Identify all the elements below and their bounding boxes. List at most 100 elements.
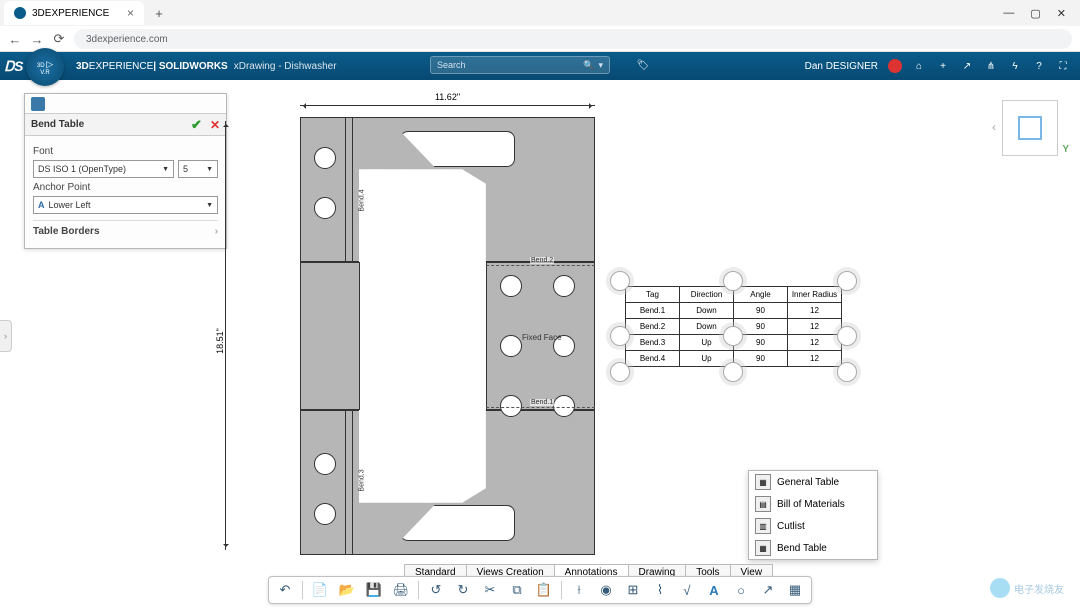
new-doc-icon[interactable]: 📄	[310, 580, 330, 600]
y-axis-label: Y	[1062, 144, 1069, 155]
search-dropdown-icon[interactable]: ▾	[598, 60, 603, 71]
forward-button[interactable]: →	[30, 32, 44, 47]
url-text: 3dexperience.com	[86, 34, 168, 45]
weld-icon[interactable]: ⌇	[650, 580, 670, 600]
anchor-select[interactable]: A Lower Left ▼	[33, 196, 218, 214]
bend-table-panel: Bend Table ✔ ✕ Font DS ISO 1 (OpenType)▼…	[24, 93, 227, 249]
resize-handle[interactable]	[837, 362, 857, 382]
open-icon[interactable]: 📂	[337, 580, 357, 600]
gizmo-collapse-icon[interactable]: ‹	[992, 120, 996, 134]
bend-table-icon: ▦	[755, 540, 771, 556]
confirm-button[interactable]: ✔	[191, 117, 202, 133]
font-family-select[interactable]: DS ISO 1 (OpenType)▼	[33, 160, 174, 178]
panel-header: Bend Table ✔ ✕	[25, 114, 226, 136]
leader-icon[interactable]: ↗	[758, 580, 778, 600]
dimension-height[interactable]: 18.51"	[215, 121, 235, 550]
plus-icon[interactable]: +	[936, 59, 950, 73]
app-title: 3DEXPERIENCE | SOLIDWORKS xDrawing - Dis…	[76, 61, 337, 72]
dimension-icon[interactable]: ⟊	[569, 580, 589, 600]
undo-icon[interactable]: ↶	[275, 580, 295, 600]
tab-title: 3DEXPERIENCE	[32, 8, 109, 19]
side-expand-handle[interactable]: ›	[0, 320, 12, 352]
tag-icon[interactable]: 🏷	[636, 58, 650, 72]
maximize-button[interactable]: ▢	[1030, 7, 1040, 20]
resize-handle[interactable]	[837, 271, 857, 291]
col-direction[interactable]: Direction	[680, 287, 734, 303]
surface-icon[interactable]: √	[677, 580, 697, 600]
paste-icon[interactable]: 📋	[534, 580, 554, 600]
table-insert-icon[interactable]: ▦	[785, 580, 805, 600]
close-window-button[interactable]: ✕	[1057, 7, 1066, 20]
app-toolbar: ᎠS 3DEXPERIENCE | SOLIDWORKS xDrawing - …	[0, 52, 1080, 80]
resize-handle[interactable]	[837, 326, 857, 346]
bottom-toolbar: ↶ 📄 📂 💾 🖨 ↺ ↻ ✂ ⧉ 📋 ⟊ ◉ ⊞ ⌇ √ A ○ ↗ ▦	[268, 576, 812, 604]
user-name[interactable]: Dan DESIGNER	[805, 61, 878, 72]
ds-logo-icon[interactable]: ᎠS	[0, 52, 28, 80]
window-buttons: — ▢ ✕	[1003, 7, 1076, 20]
back-button[interactable]: ←	[8, 32, 22, 47]
undo2-icon[interactable]: ↺	[426, 580, 446, 600]
address-bar[interactable]: 3dexperience.com	[74, 29, 1072, 49]
insert-table-menu: ▦General Table ▤Bill of Materials ▥Cutli…	[748, 470, 878, 560]
new-tab-button[interactable]: +	[150, 4, 168, 22]
chevron-down-icon: ▼	[206, 202, 213, 209]
font-label: Font	[33, 146, 218, 157]
search-input[interactable]: Search 🔍 ▾	[430, 56, 610, 74]
resize-handle[interactable]	[610, 271, 630, 291]
copy-icon[interactable]: ⧉	[507, 580, 527, 600]
compass-button[interactable]: 3D ▷ V.R	[26, 48, 64, 86]
menu-item-cutlist[interactable]: ▥Cutlist	[749, 515, 877, 537]
panel-tab-icon[interactable]	[31, 97, 45, 111]
favicon	[14, 7, 26, 19]
reload-button[interactable]: ⟳	[52, 31, 66, 47]
print-icon[interactable]: 🖨	[391, 580, 411, 600]
search-placeholder: Search	[437, 60, 466, 70]
address-row: ← → ⟳ 3dexperience.com	[0, 26, 1080, 52]
bend-label-2: Bend.2	[530, 257, 554, 264]
home-icon[interactable]: ⌂	[912, 59, 926, 73]
menu-item-bend-table[interactable]: ▦Bend Table	[749, 537, 877, 559]
flag-icon[interactable]: ϟ	[1008, 59, 1022, 73]
balloon-icon[interactable]: ○	[731, 580, 751, 600]
share-icon[interactable]: ↗	[960, 59, 974, 73]
minimize-button[interactable]: —	[1003, 7, 1014, 20]
network-icon[interactable]: ⋔	[984, 59, 998, 73]
avatar[interactable]	[888, 59, 902, 73]
col-radius[interactable]: Inner Radius	[788, 287, 842, 303]
browser-tab[interactable]: 3DEXPERIENCE ×	[4, 1, 144, 25]
browser-chrome: 3DEXPERIENCE × + — ▢ ✕ ← → ⟳ 3dexperienc…	[0, 0, 1080, 52]
font-size-select[interactable]: 5▼	[178, 160, 218, 178]
chevron-down-icon: ▼	[162, 166, 169, 173]
resize-handle[interactable]	[610, 326, 630, 346]
bend-label-1: Bend.1	[530, 399, 554, 406]
dimension-width[interactable]: 11.62"	[300, 95, 595, 115]
table-borders-row[interactable]: Table Borders ›	[33, 220, 218, 242]
menu-item-bom[interactable]: ▤Bill of Materials	[749, 493, 877, 515]
bend-label-4: Bend.4	[359, 188, 366, 212]
fixed-face-label: Fixed Face	[522, 333, 562, 342]
col-tag[interactable]: Tag	[626, 287, 680, 303]
resize-handle[interactable]	[723, 326, 743, 346]
fullscreen-icon[interactable]: ⛶	[1056, 59, 1070, 73]
redo-icon[interactable]: ↻	[453, 580, 473, 600]
help-icon[interactable]: ?	[1032, 59, 1046, 73]
resize-handle[interactable]	[610, 362, 630, 382]
cut-icon[interactable]: ✂	[480, 580, 500, 600]
anchor-icon: A	[38, 200, 45, 210]
text-annotation-icon[interactable]: A	[704, 580, 724, 600]
resize-handle[interactable]	[723, 362, 743, 382]
resize-handle[interactable]	[723, 271, 743, 291]
datum-icon[interactable]: ◉	[596, 580, 616, 600]
tolerance-icon[interactable]: ⊞	[623, 580, 643, 600]
drawing-view[interactable]: 11.62" 18.51" Bend.2 Bend.1 Bend.4 Bend.…	[245, 95, 595, 555]
bom-icon: ▤	[755, 496, 771, 512]
view-orientation-gizmo[interactable]: Y	[1002, 100, 1058, 156]
bend-label-3: Bend.3	[359, 468, 366, 492]
menu-item-general-table[interactable]: ▦General Table	[749, 471, 877, 493]
close-tab-icon[interactable]: ×	[127, 6, 134, 20]
sheet-metal-part: Bend.2 Bend.1 Bend.4 Bend.3 Fixed Face	[300, 117, 595, 555]
app-right-tools: Dan DESIGNER ⌂ + ↗ ⋔ ϟ ? ⛶	[805, 59, 1080, 73]
bend-table-in-canvas[interactable]: Tag Direction Angle Inner Radius Bend.1D…	[625, 286, 842, 367]
save-icon[interactable]: 💾	[364, 580, 384, 600]
col-angle[interactable]: Angle	[734, 287, 788, 303]
